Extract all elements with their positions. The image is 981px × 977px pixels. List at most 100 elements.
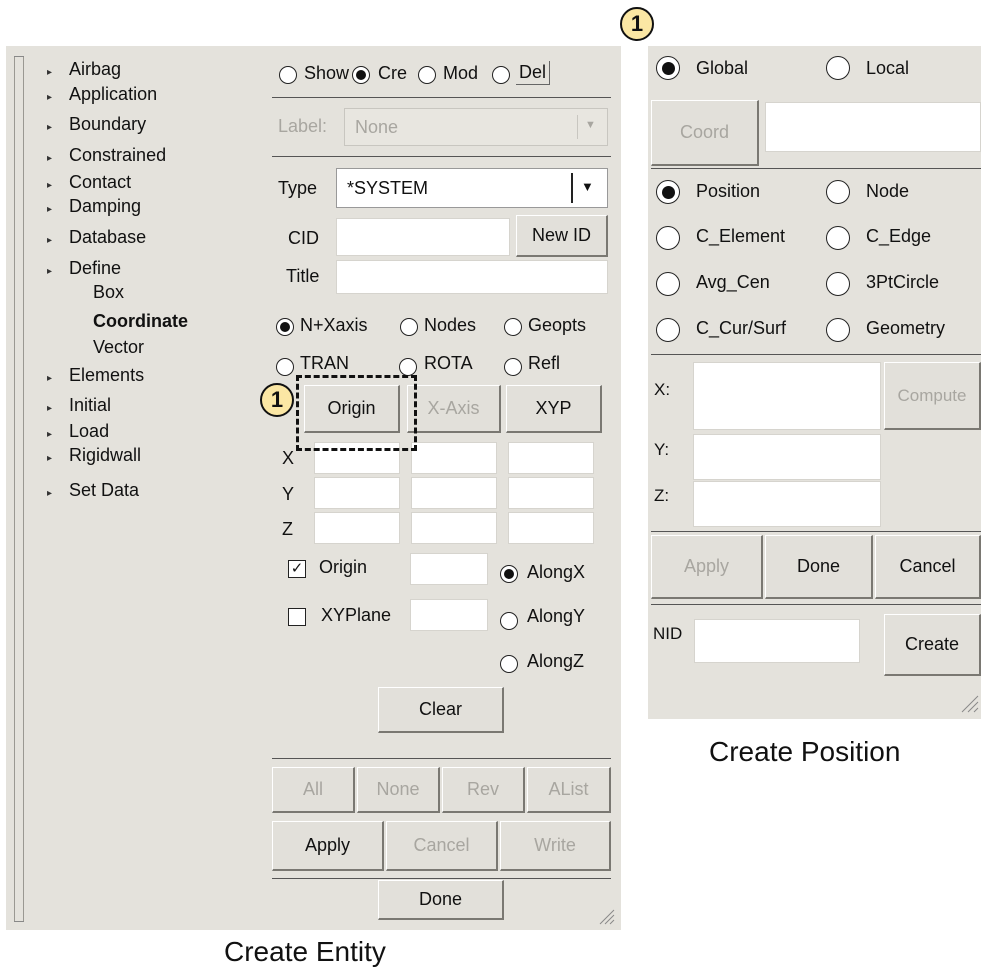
clear-button[interactable]: Clear	[378, 687, 504, 733]
y-input[interactable]	[693, 434, 881, 480]
resize-grip-icon[interactable]	[960, 692, 980, 714]
tree-item[interactable]: ▸ Airbag	[47, 59, 121, 83]
tree-item[interactable]: ▸ Load	[47, 421, 109, 445]
radio-alongy[interactable]	[500, 612, 518, 630]
compute-button[interactable]: Compute	[884, 362, 981, 430]
radio-tran[interactable]	[276, 358, 294, 376]
radio-position[interactable]	[656, 180, 680, 204]
xyp-x-input[interactable]	[508, 442, 594, 474]
nid-input[interactable]	[694, 619, 860, 663]
tree-item[interactable]: Coordinate	[93, 311, 188, 331]
xyp-y-input[interactable]	[508, 477, 594, 509]
radio-refl[interactable]	[504, 358, 522, 376]
expand-arrow-icon[interactable]: ▸	[47, 153, 52, 164]
radio-geopts[interactable]	[504, 318, 522, 336]
tree-item[interactable]: ▸ Database	[47, 227, 146, 251]
xaxis-y-input[interactable]	[411, 477, 497, 509]
radio-alongx[interactable]	[500, 565, 518, 583]
origin-y-input[interactable]	[314, 477, 400, 509]
coord-input[interactable]	[765, 102, 981, 152]
expand-arrow-icon[interactable]: ▸	[47, 453, 52, 464]
tree-item[interactable]: ▸ Contact	[47, 172, 131, 196]
tree-item[interactable]: ▸ Damping	[47, 196, 141, 220]
tree-item[interactable]: ▸ Boundary	[47, 114, 146, 138]
origin-check-input[interactable]	[410, 553, 488, 585]
expand-arrow-icon[interactable]: ▸	[47, 235, 52, 246]
radio-mod[interactable]	[418, 66, 436, 84]
write-button[interactable]: Write	[500, 821, 611, 871]
tree-item[interactable]: Vector	[93, 337, 144, 357]
radio-node[interactable]	[826, 180, 850, 204]
radio-cre[interactable]	[352, 66, 370, 84]
none-button[interactable]: None	[357, 767, 440, 813]
radio-global[interactable]	[656, 56, 680, 80]
coord-button[interactable]: Coord	[651, 100, 759, 166]
tree-item[interactable]: Box	[93, 282, 124, 302]
tree-item[interactable]: ▸ Initial	[47, 395, 111, 419]
expand-arrow-icon[interactable]: ▸	[47, 122, 52, 133]
resize-grip-icon[interactable]	[596, 906, 616, 926]
tree-item[interactable]: ▸ Rigidwall	[47, 445, 141, 469]
radio-nodes-label: Nodes	[424, 315, 477, 335]
origin-checkbox[interactable]: ✓	[288, 560, 306, 578]
tree-item[interactable]: ▸ Elements	[47, 365, 144, 389]
radio-local[interactable]	[826, 56, 850, 80]
alist-button[interactable]: AList	[527, 767, 611, 813]
position-cancel-button[interactable]: Cancel	[875, 535, 981, 599]
cancel-button[interactable]: Cancel	[386, 821, 498, 871]
expand-arrow-icon[interactable]: ▸	[47, 204, 52, 215]
tree-item-label: Rigidwall	[69, 445, 142, 465]
position-done-button[interactable]: Done	[765, 535, 873, 599]
x-axis-button[interactable]: X-Axis	[407, 385, 501, 433]
rev-button[interactable]: Rev	[442, 767, 525, 813]
radio-show[interactable]	[279, 66, 297, 84]
tree-item[interactable]: ▸ Application	[47, 84, 157, 108]
all-button[interactable]: All	[272, 767, 355, 813]
radio-3ptcircle[interactable]	[826, 272, 850, 296]
xaxis-x-input[interactable]	[411, 442, 497, 474]
create-button[interactable]: Create	[884, 614, 981, 676]
radio-c-cur-surf[interactable]	[656, 318, 680, 342]
xyp-z-input[interactable]	[508, 512, 594, 544]
tree-item[interactable]: ▸ Set Data	[47, 480, 139, 504]
tree-item-label: Define	[69, 258, 122, 278]
radio-nodes[interactable]	[400, 318, 418, 336]
label-select[interactable]: None ▼	[344, 108, 608, 146]
xyplane-checkbox[interactable]	[288, 608, 306, 626]
expand-arrow-icon[interactable]: ▸	[47, 180, 52, 191]
title-input[interactable]	[336, 260, 608, 294]
radio-rota[interactable]	[399, 358, 417, 376]
radio-global-dot	[661, 61, 675, 75]
expand-arrow-icon[interactable]: ▸	[47, 92, 52, 103]
radio-c-edge[interactable]	[826, 226, 850, 250]
origin-z-input[interactable]	[314, 512, 400, 544]
apply-button[interactable]: Apply	[272, 821, 384, 871]
radio-geometry[interactable]	[826, 318, 850, 342]
expand-arrow-icon[interactable]: ▸	[47, 266, 52, 277]
xyplane-input[interactable]	[410, 599, 488, 631]
radio-c-element[interactable]	[656, 226, 680, 250]
tree-scrollbar[interactable]	[14, 56, 24, 922]
radio-del[interactable]	[492, 66, 510, 84]
xyp-button[interactable]: XYP	[506, 385, 602, 433]
expand-arrow-icon[interactable]: ▸	[47, 67, 52, 78]
tree-item[interactable]: ▸ Constrained	[47, 145, 166, 169]
tree-item-label: Application	[69, 84, 158, 104]
position-apply-button[interactable]: Apply	[651, 535, 763, 599]
xaxis-z-input[interactable]	[411, 512, 497, 544]
x-input[interactable]	[693, 362, 881, 430]
done-button[interactable]: Done	[378, 880, 504, 920]
expand-arrow-icon[interactable]: ▸	[47, 403, 52, 414]
radio-avg-cen[interactable]	[656, 272, 680, 296]
expand-arrow-icon[interactable]: ▸	[47, 373, 52, 384]
expand-arrow-icon[interactable]: ▸	[47, 488, 52, 499]
radio-position-label: Position	[696, 181, 761, 201]
cid-input[interactable]	[336, 218, 510, 256]
type-select[interactable]: *SYSTEM ▼	[336, 168, 608, 208]
expand-arrow-icon[interactable]: ▸	[47, 429, 52, 440]
tree-item[interactable]: ▸ Define	[47, 258, 121, 282]
radio-alongz[interactable]	[500, 655, 518, 673]
z-input[interactable]	[693, 481, 881, 527]
new-id-button[interactable]: New ID	[516, 215, 608, 257]
radio-n-xaxis[interactable]	[276, 318, 294, 336]
